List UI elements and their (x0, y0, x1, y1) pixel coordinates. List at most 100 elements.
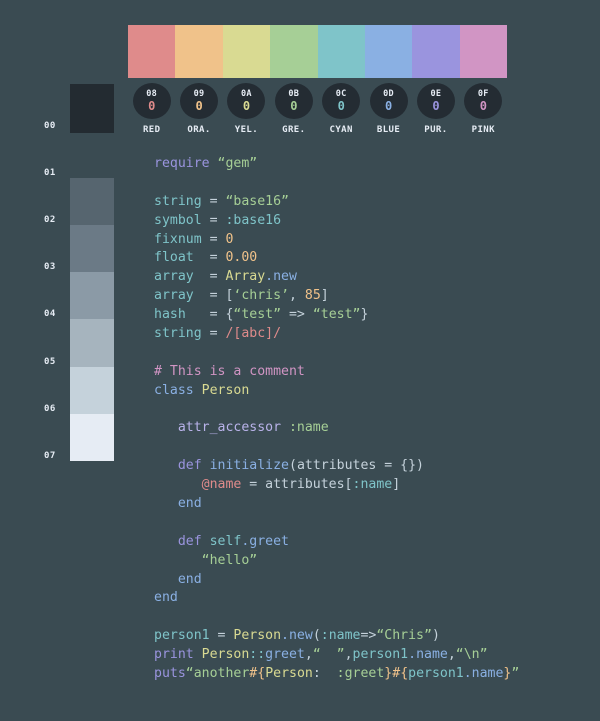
code-line: float = 0.00 (154, 249, 519, 268)
badge-color-name: RED (142, 125, 161, 135)
badge-hex-id: 0B (288, 89, 300, 100)
badge-cell-pur: 0E 0 PUR. (412, 83, 459, 135)
code-token: = (201, 212, 226, 228)
ramp-row-04: 04 (44, 272, 114, 320)
code-token: attr_accessor (177, 420, 289, 436)
code-token: = attributes[ (241, 477, 353, 493)
ramp-chip-07 (70, 413, 114, 462)
badge-circle: 0D 0 (369, 83, 408, 119)
grayscale-ramp: 00 01 02 03 04 05 06 07 (44, 84, 114, 462)
code-line: def initialize(attributes = {}) (154, 457, 519, 476)
code-token: Person (265, 666, 313, 682)
code-line: string = “base16” (154, 193, 519, 212)
code-token: = (376, 458, 401, 474)
code-line: class Person (154, 382, 519, 401)
code-token: ‘chris’ (233, 288, 289, 304)
code-token: , (288, 288, 305, 304)
code-line: array = [‘chris’, 85] (154, 287, 519, 306)
code-line: puts“another#{Person: :greet}#{person1.n… (154, 665, 519, 684)
color-swatch-blue (364, 25, 413, 78)
code-token: 85 (304, 288, 321, 304)
code-token: “test” (233, 307, 282, 323)
code-token: Array (225, 269, 266, 285)
code-token: = { (185, 307, 234, 323)
code-token: “Chris” (376, 628, 432, 644)
code-token: .new (281, 628, 313, 644)
ramp-label-02: 02 (44, 215, 56, 226)
ramp-label-01: 01 (44, 168, 56, 179)
badge-circle: 08 0 (132, 83, 171, 119)
ramp-label-03: 03 (44, 262, 56, 273)
badge-cell-pink: 0F 0 PINK (460, 83, 507, 135)
code-line: end (154, 571, 519, 590)
badge-color-name: CYAN (329, 125, 353, 135)
code-token: :name (320, 628, 361, 644)
badge-color-name: ORA. (187, 125, 211, 135)
code-token: “ ” (312, 647, 345, 663)
code-token: hash (154, 307, 186, 323)
badge-cell-gre: 0B 0 GRE. (270, 83, 317, 135)
ramp-label-05: 05 (44, 356, 56, 367)
color-swatch-red (128, 25, 176, 78)
code-token: ] (392, 477, 401, 493)
code-token: print (154, 647, 202, 663)
code-token: .name (463, 666, 504, 682)
badge-color-name: BLUE (376, 125, 401, 135)
code-token: :greet (336, 666, 385, 682)
badge-circle: 0A 0 (227, 83, 266, 119)
ramp-label-06: 06 (44, 403, 56, 414)
code-token: self (209, 533, 242, 549)
accent-color-badge-row: 08 0 RED 09 0 ORA. 0A 0 YEL. 0B 0 GRE. 0C 0 CYAN 0D 0 BLU… (128, 83, 507, 135)
code-token: ] (320, 288, 329, 304)
code-token: string (154, 326, 202, 342)
ramp-chip-00 (70, 84, 114, 133)
badge-cell-yel: 0A 0 YEL. (223, 83, 270, 135)
code-line: end (154, 495, 519, 514)
code-token: fixnum (154, 231, 202, 247)
code-token: greet (265, 647, 305, 663)
badge-circle: 09 0 (180, 83, 219, 119)
code-token: class (154, 382, 202, 398)
badge-hex-id: 0F (477, 89, 489, 100)
badge-color-name: PINK (471, 125, 495, 135)
code-line: string = /[abc]/ (154, 325, 519, 344)
accent-color-strip (128, 25, 507, 78)
ramp-row-07: 07 (44, 413, 114, 462)
badge-zero-glyph: 0 (479, 98, 487, 113)
badge-zero-glyph: 0 (384, 98, 393, 113)
code-token: , (304, 647, 313, 663)
code-line: array = Array.new (154, 268, 519, 287)
code-token: } (360, 307, 369, 323)
code-token: person1 (408, 666, 464, 682)
color-swatch-cyan (317, 25, 365, 78)
badge-cell-red: 08 0 RED (128, 83, 175, 135)
ramp-row-03: 03 (44, 225, 114, 273)
badge-color-name: PUR. (424, 125, 448, 135)
code-token: person1 (352, 647, 409, 663)
code-token: = (193, 250, 226, 266)
color-swatch-yel (222, 25, 271, 78)
code-token: ) (431, 628, 440, 644)
badge-zero-glyph: 0 (290, 98, 298, 113)
ramp-label-07: 07 (44, 450, 56, 461)
ramp-chip-04 (70, 272, 114, 320)
code-token: /[abc]/ (225, 326, 282, 342)
badge-zero-glyph: 0 (337, 98, 345, 113)
badge-zero-glyph: 0 (242, 98, 251, 113)
code-token: => (281, 307, 313, 323)
badge-hex-id: 0C (335, 89, 347, 100)
badge-color-name: GRE. (282, 125, 306, 135)
code-line: hash = {“test” => “test”} (154, 306, 519, 325)
badge-hex-id: 0A (241, 89, 252, 100)
code-token: : (312, 666, 337, 682)
ramp-row-02: 02 (44, 178, 114, 226)
code-token: {}) (400, 458, 424, 474)
badge-color-name: YEL. (234, 125, 259, 135)
